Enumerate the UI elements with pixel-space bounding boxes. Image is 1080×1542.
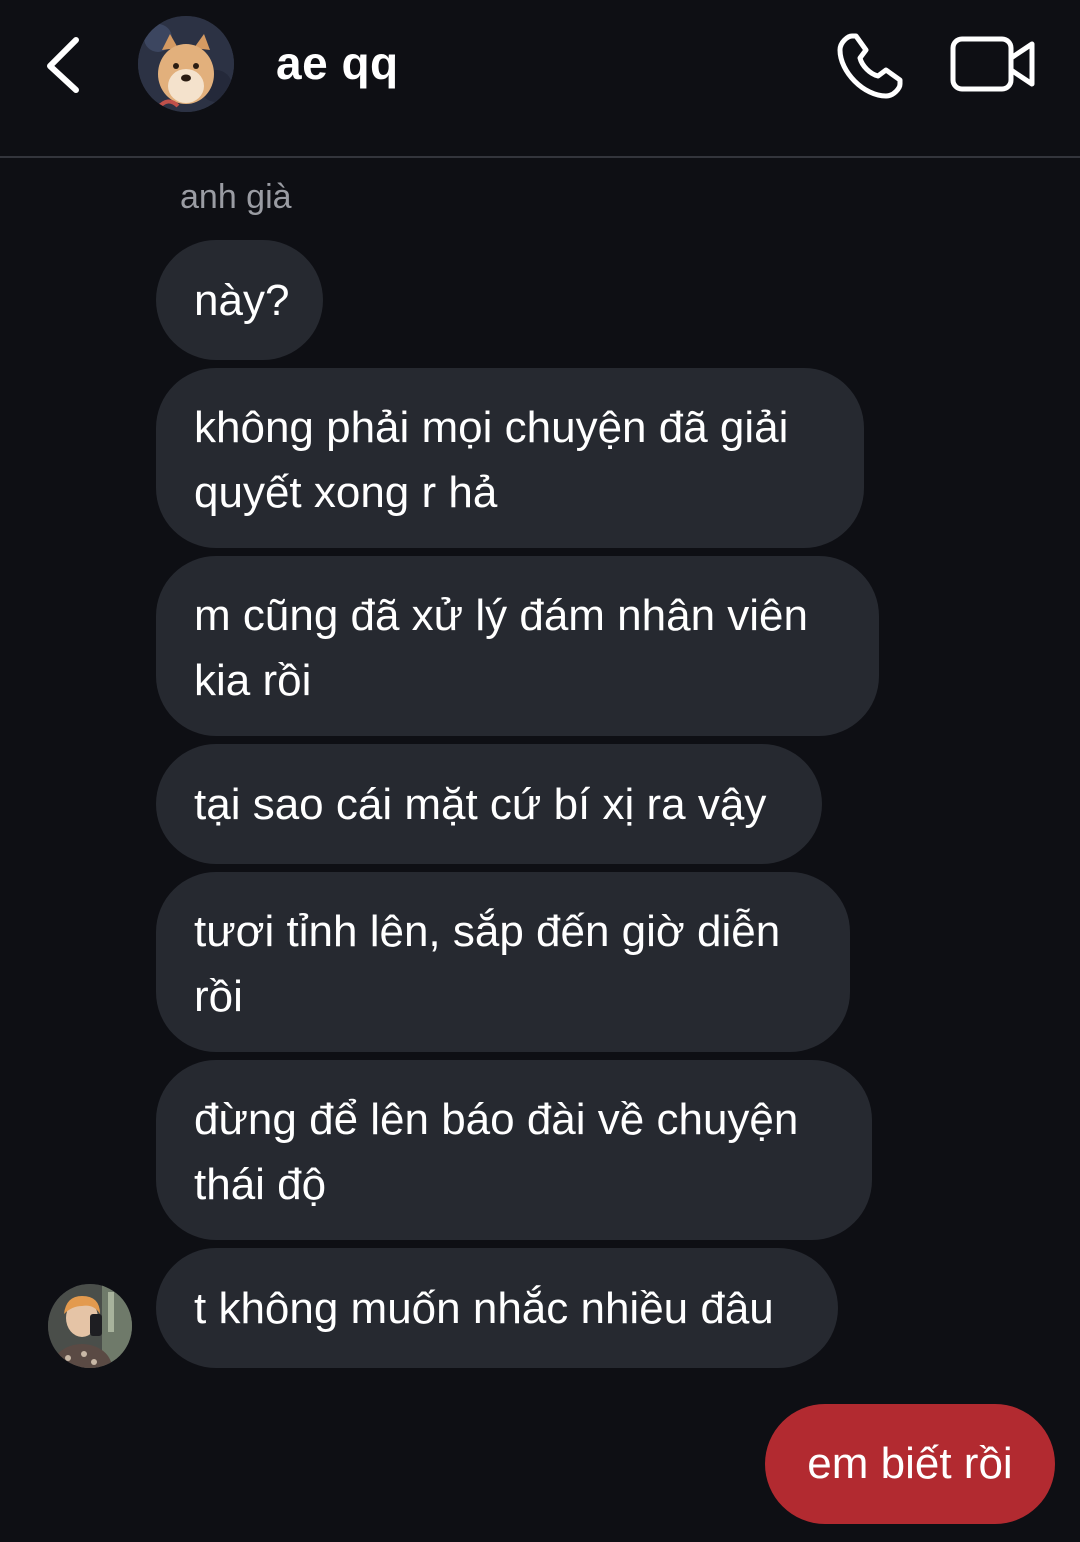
message-text: này? [194,275,290,325]
message-text-line: tươi tỉnh lên, sắp đến giờ diễn [194,907,781,956]
phone-icon [837,33,903,99]
voice-call-button[interactable] [830,28,910,104]
chat-title[interactable]: ae qq [276,36,399,90]
back-button[interactable] [34,30,94,100]
dog-avatar-image [138,16,234,112]
video-call-button[interactable] [948,30,1038,98]
incoming-message[interactable]: tại sao cái mặt cứ bí xị ra vậy [156,744,822,864]
message-text-line: không phải mọi chuyện đã giải [194,403,789,452]
video-camera-icon [950,36,1035,92]
message-text-line: đừng để lên báo đài về chuyện [194,1095,799,1144]
message-text-line: thái độ [194,1160,327,1209]
incoming-message[interactable]: đừng để lên báo đài về chuyện thái độ [156,1060,872,1240]
message-text-line: quyết xong r hả [194,468,498,517]
chat-header: ae qq [0,0,1080,158]
sender-avatar[interactable] [48,1284,132,1368]
message-text: em biết rồi [807,1439,1013,1488]
incoming-message[interactable]: không phải mọi chuyện đã giải quyết xong… [156,368,864,548]
incoming-message[interactable]: tươi tỉnh lên, sắp đến giờ diễn rồi [156,872,850,1052]
message-text-line: rồi [194,972,243,1021]
chevron-left-icon [47,37,79,93]
outgoing-message[interactable]: em biết rồi [765,1404,1055,1524]
incoming-message[interactable]: t không muốn nhắc nhiều đâu [156,1248,838,1368]
sender-name: anh già [180,178,292,216]
incoming-message[interactable]: này? [156,240,323,360]
message-text-line: kia rồi [194,656,312,705]
message-text-line: m cũng đã xử lý đám nhân viên [194,591,809,640]
group-avatar[interactable] [138,16,234,112]
person-avatar-image [48,1284,132,1368]
message-text: t không muốn nhắc nhiều đâu [194,1283,774,1333]
incoming-message[interactable]: m cũng đã xử lý đám nhân viên kia rồi [156,556,879,736]
message-text: tại sao cái mặt cứ bí xị ra vậy [194,779,767,829]
